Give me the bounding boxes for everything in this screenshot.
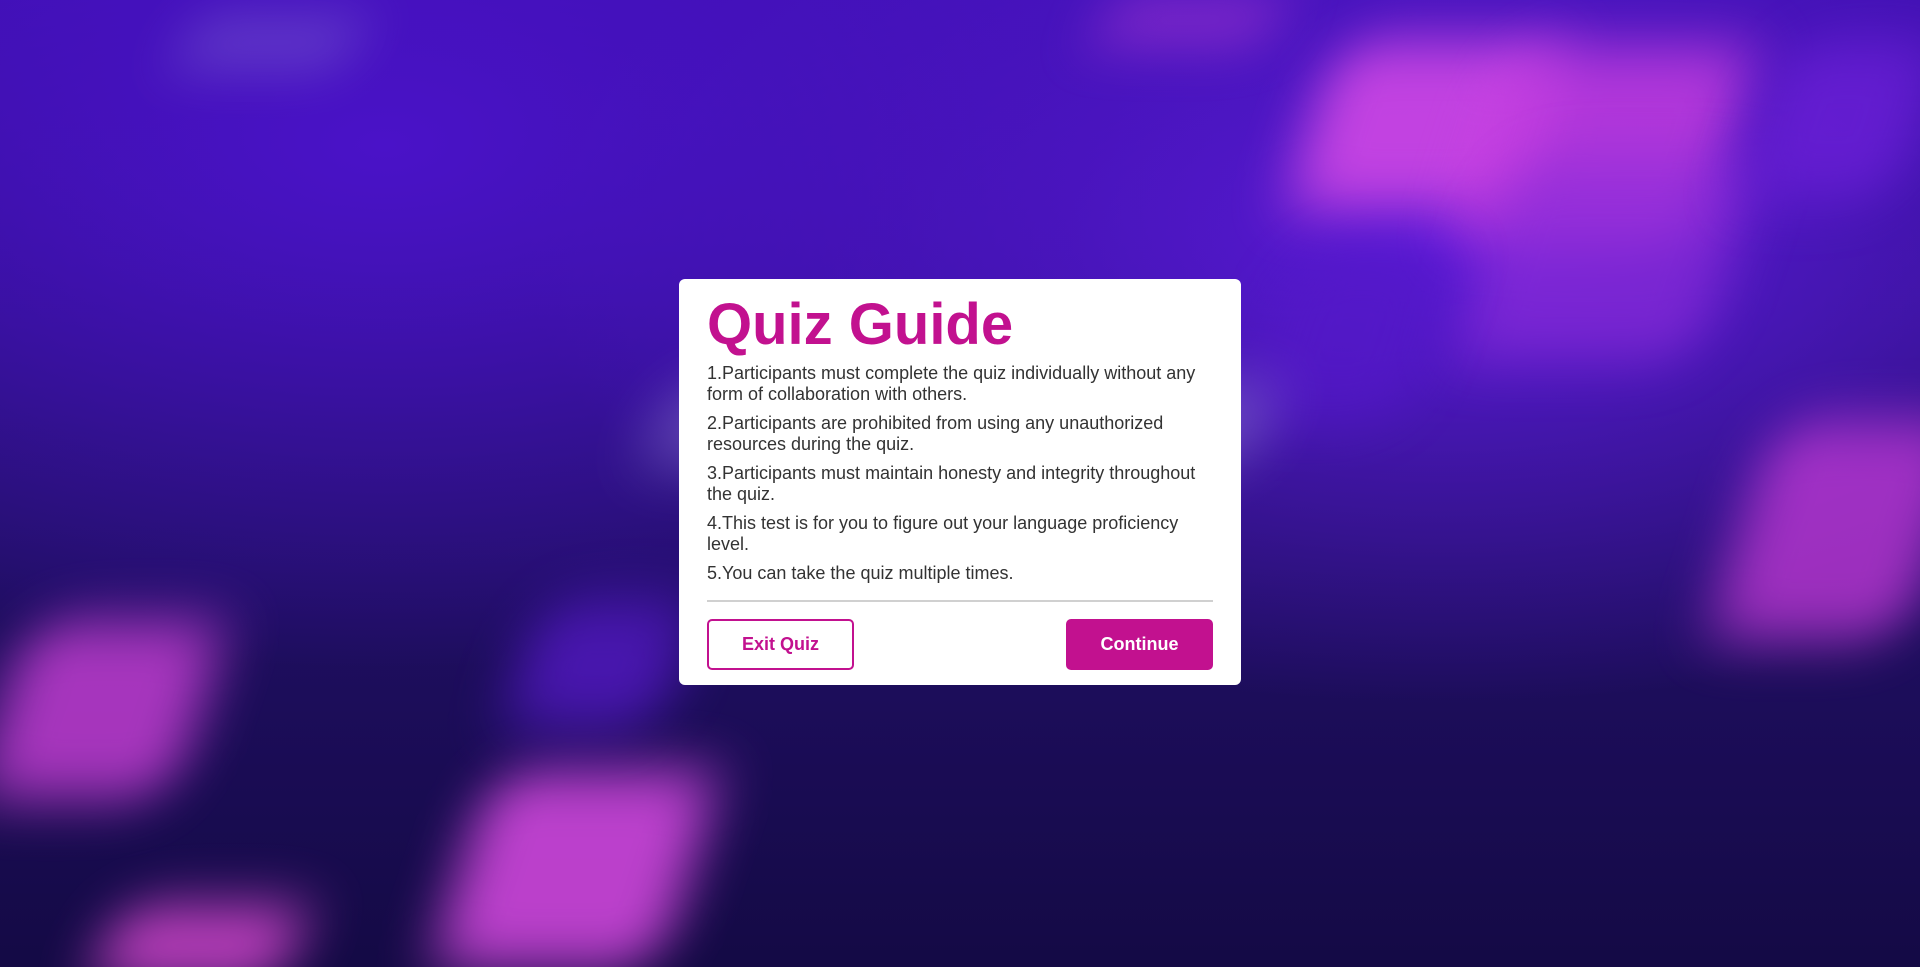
divider [707, 600, 1213, 602]
dialog-actions: Exit Quiz Continue [707, 619, 1213, 670]
rules-list: 1.Participants must complete the quiz in… [707, 363, 1213, 584]
exit-quiz-button[interactable]: Exit Quiz [707, 619, 854, 670]
rule-item: 1.Participants must complete the quiz in… [707, 363, 1196, 404]
rule-item: 5.You can take the quiz multiple times. [707, 563, 1014, 583]
background-shape [1704, 420, 1920, 640]
rule-item: 3.Participants must maintain honesty and… [707, 463, 1196, 504]
quiz-guide-dialog: Quiz Guide 1.Participants must complete … [679, 279, 1241, 685]
background-shape [87, 905, 313, 967]
background-shape [498, 600, 702, 730]
rule-item: 4.This test is for you to figure out you… [707, 513, 1179, 554]
background-shape [1242, 250, 1458, 420]
background-shape [427, 770, 723, 967]
dialog-title: Quiz Guide [707, 292, 1014, 357]
background-shape [1734, 40, 1920, 200]
rule-item: 2.Participants are prohibited from using… [707, 413, 1164, 454]
background-shape [1093, 0, 1287, 40]
continue-button[interactable]: Continue [1066, 619, 1213, 670]
background-shape [172, 20, 368, 65]
background-shape [0, 620, 230, 800]
